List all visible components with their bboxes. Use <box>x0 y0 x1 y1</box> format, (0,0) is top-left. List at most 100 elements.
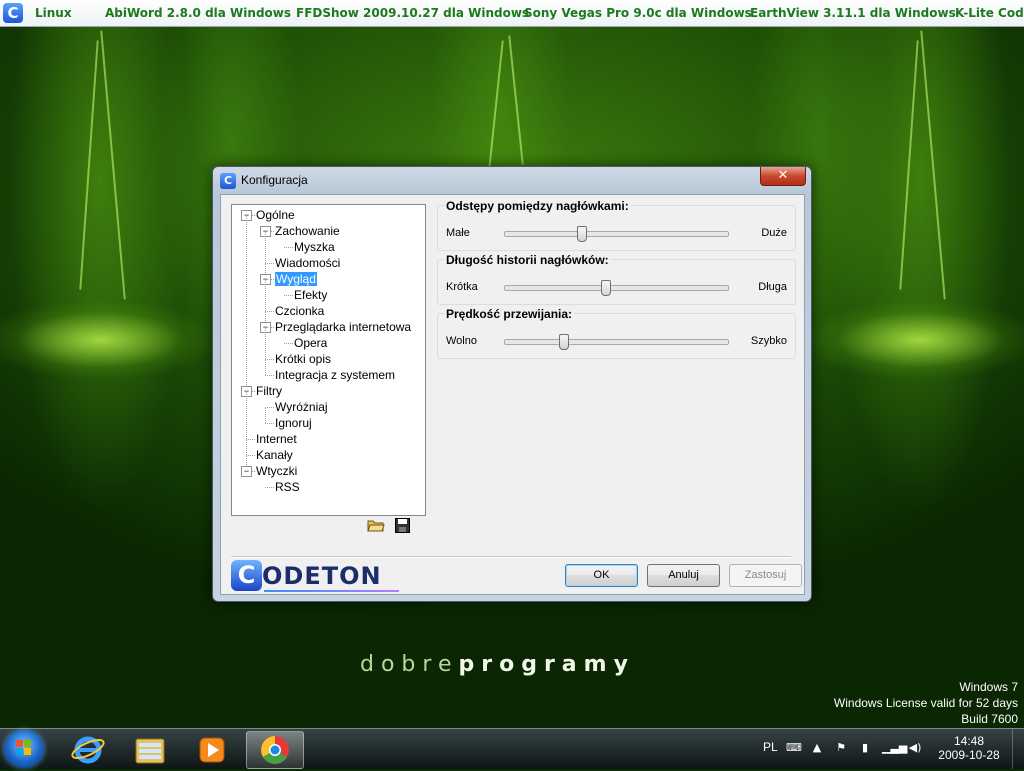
spacing-title: Odstępy pomiędzy nagłówkami: <box>444 199 631 213</box>
spacing-slider[interactable] <box>504 226 729 242</box>
dobreprogramy-brand: dobreprogramy <box>360 652 635 677</box>
tree-item[interactable]: Integracja z systemem <box>275 367 395 383</box>
tree-item[interactable]: Przeglądarka internetowa <box>275 319 411 335</box>
tree-item-label: Krótki opis <box>275 352 332 366</box>
tree-connector <box>265 231 266 263</box>
wallpaper-light-streak <box>899 40 919 290</box>
history-min-label: Krótka <box>446 281 478 293</box>
action-center-flag-icon[interactable]: ⚑ <box>834 741 848 755</box>
spacing-slider-thumb[interactable] <box>576 226 587 242</box>
apply-button[interactable]: Zastosuj <box>729 564 802 587</box>
clock[interactable]: 14:48 2009-10-28 <box>932 734 1006 762</box>
tree-item[interactable]: Ignoruj <box>275 415 312 431</box>
internet-explorer-taskbar-button[interactable] <box>60 731 116 767</box>
tree-item[interactable]: Efekty <box>294 287 327 303</box>
history-group: Długość historii nagłówków: Krótka Długa <box>437 253 796 305</box>
tree-connector <box>265 359 266 375</box>
tree-item-label: Wyróżniaj <box>275 400 328 414</box>
folder-open-icon[interactable] <box>367 518 385 534</box>
tree-connector <box>265 487 274 488</box>
history-slider-thumb[interactable] <box>601 280 612 296</box>
keyboard-icon[interactable]: ⌨ <box>786 741 802 755</box>
tree-item[interactable]: RSS <box>275 479 300 495</box>
file-explorer-taskbar-button[interactable] <box>122 731 178 767</box>
chrome-taskbar-button[interactable] <box>246 731 304 769</box>
ticker-item[interactable]: Linux <box>35 6 72 20</box>
network-signal-icon[interactable]: ▁▃▅ <box>882 741 907 755</box>
tree-item[interactable]: Internet <box>256 431 297 447</box>
cancel-button[interactable]: Anuluj <box>647 564 720 587</box>
ticker-item[interactable]: EarthView 3.11.1 dla Windows <box>750 6 956 20</box>
tree-expander-icon[interactable]: − <box>241 466 252 477</box>
wallpaper-light-streak <box>488 40 504 170</box>
tree-connector <box>246 391 247 439</box>
tree-connector <box>246 215 247 391</box>
history-max-label: Długa <box>758 281 787 293</box>
scroll-speed-title: Prędkość przewijania: <box>444 307 575 321</box>
windows-logo-icon <box>16 740 32 756</box>
wallpaper-light-streak <box>100 30 126 300</box>
media-player-taskbar-button[interactable] <box>184 731 240 767</box>
ok-button[interactable]: OK <box>565 564 638 587</box>
tree-connector <box>246 439 247 455</box>
volume-icon[interactable]: ◀) <box>908 741 922 755</box>
logo-text: ODETON <box>262 562 382 590</box>
tree-item[interactable]: Wyróżniaj <box>275 399 328 415</box>
ticker-item[interactable]: Sony Vegas Pro 9.0c dla Windows <box>524 6 752 20</box>
wallpaper-light-streak <box>508 35 524 165</box>
codeton-tray-icon[interactable]: C <box>3 3 23 23</box>
scroll-speed-slider[interactable] <box>504 334 729 350</box>
tree-item-label: Ignoruj <box>275 416 312 430</box>
show-desktop-button[interactable] <box>1012 729 1024 769</box>
ticker-item[interactable]: K-Lite Codec <box>955 6 1024 20</box>
tree-connector <box>265 375 274 376</box>
tree-connector <box>265 279 266 311</box>
tree-item-label: Opera <box>294 336 328 350</box>
tree-item-label: Wygląd <box>275 272 317 286</box>
title-bar[interactable]: C Konfiguracja ✕ <box>213 167 811 193</box>
history-slider[interactable] <box>504 280 729 296</box>
tree-item-label: Myszka <box>294 240 335 254</box>
tree-item[interactable]: Wygląd <box>275 271 317 287</box>
tree-item[interactable]: Ogólne <box>256 207 295 223</box>
start-button[interactable] <box>4 730 44 768</box>
media-player-icon <box>199 737 225 763</box>
tree-connector <box>265 327 266 359</box>
tree-connector <box>265 407 274 408</box>
scroll-speed-slider-thumb[interactable] <box>558 334 569 350</box>
tree-item[interactable]: Krótki opis <box>275 351 331 367</box>
close-button[interactable]: ✕ <box>760 167 806 186</box>
logo-underline <box>264 590 399 592</box>
tree-item[interactable]: Wiadomości <box>275 255 340 271</box>
dialog-content: − Ogólne − Zachowanie Myszka Wiadomości − Wyglą… <box>220 194 805 595</box>
tree-item[interactable]: Zachowanie <box>275 223 340 239</box>
ticker-item[interactable]: FFDShow 2009.10.27 dla Windows <box>296 6 529 20</box>
windows-watermark: Windows 7 Windows License valid for 52 d… <box>834 679 1018 727</box>
scroll-speed-max-label: Szybko <box>750 335 787 347</box>
chrome-icon <box>261 736 289 764</box>
internet-explorer-icon <box>71 736 105 764</box>
safely-remove-hardware-icon[interactable]: ▮ <box>858 741 872 755</box>
tree-item[interactable]: Filtry <box>256 383 282 399</box>
tree-connector <box>265 423 274 424</box>
tree-connector <box>265 359 274 360</box>
language-indicator[interactable]: PL <box>763 740 778 754</box>
tree-item[interactable]: Czcionka <box>275 303 324 319</box>
tree-item-label: RSS <box>275 480 300 494</box>
tree-item-label: Integracja z systemem <box>275 368 396 382</box>
tree-item[interactable]: Opera <box>294 335 327 351</box>
tree-item-label: Efekty <box>294 288 328 302</box>
tree-item[interactable]: Kanały <box>256 447 293 463</box>
tree-item[interactable]: Wtyczki <box>256 463 297 479</box>
ticker-item[interactable]: AbiWord 2.8.0 dla Windows <box>105 6 291 20</box>
save-icon[interactable] <box>393 518 411 534</box>
settings-tree[interactable]: − Ogólne − Zachowanie Myszka Wiadomości − Wyglą… <box>231 204 426 516</box>
tree-item-label: Ogólne <box>256 208 295 222</box>
wallpaper-light-streak <box>79 40 99 290</box>
tree-connector <box>246 455 255 456</box>
tree-item[interactable]: Myszka <box>294 239 335 255</box>
separator <box>231 556 791 558</box>
build-info: Build 7600 <box>961 712 1018 726</box>
show-hidden-icons-icon[interactable]: ▲ <box>810 741 824 755</box>
clock-time: 14:48 <box>953 734 985 748</box>
